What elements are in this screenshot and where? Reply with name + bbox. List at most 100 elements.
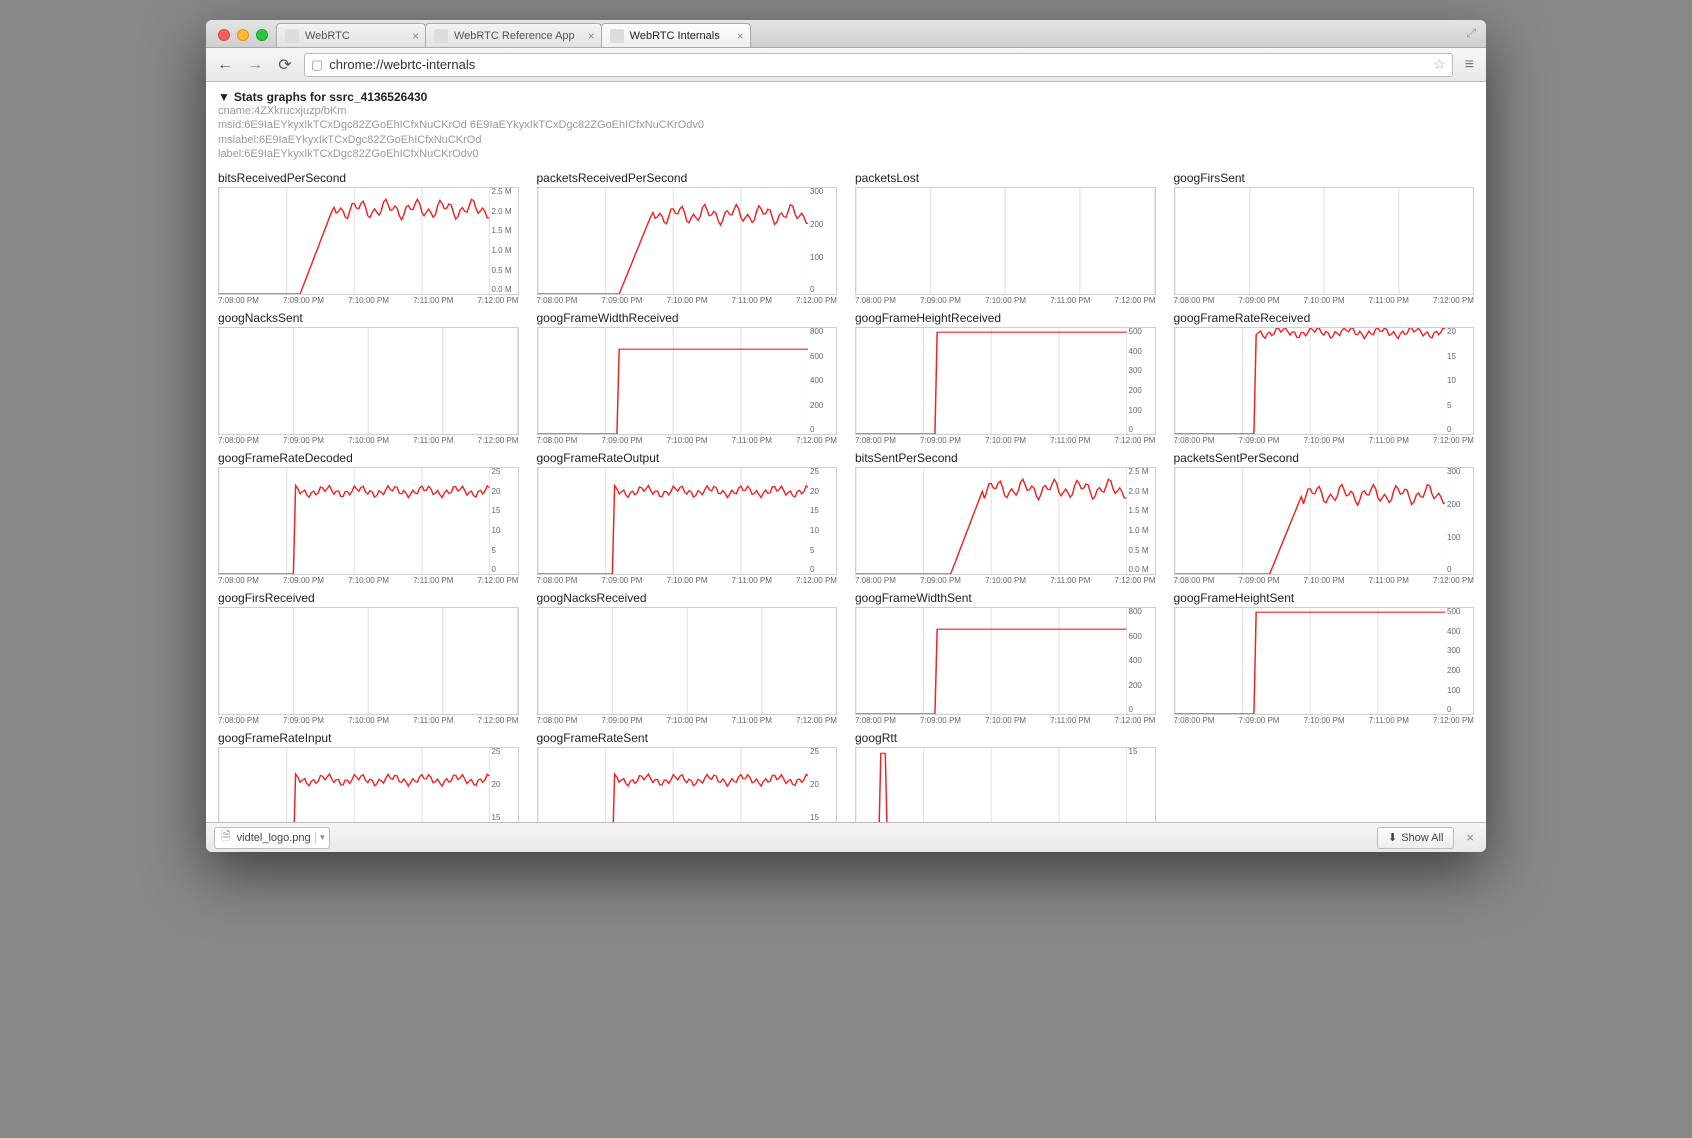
x-tick-label: 7:10:00 PM	[667, 576, 708, 585]
x-tick-label: 7:12:00 PM	[478, 296, 519, 305]
chart-frame: 2520151050	[537, 467, 838, 575]
chart-title: googFrameRateOutput	[537, 449, 838, 465]
chart-title: googFirsSent	[1174, 169, 1475, 185]
chart-plot-area	[538, 608, 837, 714]
y-tick-label: 2.0 M	[492, 208, 516, 216]
y-tick-label: 300	[1129, 367, 1153, 375]
y-tick-label: 300	[1447, 647, 1471, 655]
bookmark-star-icon[interactable]: ☆	[1433, 56, 1446, 73]
chrome-menu-icon[interactable]: ≡	[1461, 56, 1478, 74]
stats-meta-line: msid:6E9IaEYkyxIkTCxDgc82ZGoEhICfxNuCKrO…	[218, 118, 1478, 132]
chart-y-ticks: 3002001000	[808, 188, 836, 294]
x-tick-label: 7:12:00 PM	[1115, 716, 1156, 725]
y-tick-label: 0.5 M	[492, 267, 516, 275]
x-tick-label: 7:09:00 PM	[920, 576, 961, 585]
chart-cell: googRtt15107:08:00 PM7:09:00 PM7:10:00 P…	[855, 729, 1156, 822]
x-tick-label: 7:09:00 PM	[602, 296, 643, 305]
chart-cell: bitsSentPerSecond2.5 M2.0 M1.5 M1.0 M0.5…	[855, 449, 1156, 585]
chart-plot-area	[538, 468, 809, 574]
y-tick-label: 800	[1129, 608, 1153, 616]
chart-frame: 3002001000	[537, 187, 838, 295]
y-tick-label: 400	[1447, 628, 1471, 636]
chart-frame: 3002001000	[1174, 467, 1475, 575]
close-tab-icon[interactable]: ×	[412, 30, 419, 42]
browser-tab[interactable]: WebRTC×	[276, 23, 426, 47]
chart-cell: googFrameHeightSent50040030020010007:08:…	[1174, 589, 1475, 725]
tab-favicon	[285, 29, 299, 43]
y-tick-label: 0	[810, 426, 834, 434]
chart-y-ticks: 2.5 M2.0 M1.5 M1.0 M0.5 M0.0 M	[490, 188, 518, 294]
x-tick-label: 7:11:00 PM	[732, 716, 772, 725]
fullscreen-icon[interactable]: ⤢	[1466, 26, 1476, 41]
tab-label: WebRTC Internals	[630, 30, 720, 42]
chart-cell: packetsLost7:08:00 PM7:09:00 PM7:10:00 P…	[855, 169, 1156, 305]
chart-frame: 5004003002001000	[855, 327, 1156, 435]
x-tick-label: 7:09:00 PM	[283, 716, 324, 725]
close-tab-icon[interactable]: ×	[737, 30, 744, 42]
chart-plot-area	[1175, 188, 1474, 294]
y-tick-label: 20	[810, 781, 834, 789]
x-tick-label: 7:12:00 PM	[478, 576, 519, 585]
chart-x-ticks: 7:08:00 PM7:09:00 PM7:10:00 PM7:11:00 PM…	[218, 435, 519, 445]
y-tick-label: 5	[810, 547, 834, 555]
address-bar[interactable]: ▢ chrome://webrtc-internals ☆	[304, 53, 1453, 77]
close-shelf-button[interactable]: ×	[1462, 830, 1478, 845]
x-tick-label: 7:08:00 PM	[1174, 296, 1215, 305]
chart-cell: packetsReceivedPerSecond30020010007:08:0…	[537, 169, 838, 305]
y-tick-label: 200	[1447, 667, 1471, 675]
browser-tab[interactable]: WebRTC Reference App×	[425, 23, 602, 47]
y-tick-label: 500	[1129, 328, 1153, 336]
y-tick-label: 200	[1129, 682, 1153, 690]
stats-meta-line: label:6E9IaEYkyxIkTCxDgc82ZGoEhICfxNuCKr…	[218, 147, 1478, 161]
stats-title-row[interactable]: ▼ Stats graphs for ssrc_4136526430	[218, 90, 1478, 104]
x-tick-label: 7:11:00 PM	[1050, 576, 1090, 585]
chart-cell: googNacksSent7:08:00 PM7:09:00 PM7:10:00…	[218, 309, 519, 445]
disclosure-triangle-icon[interactable]: ▼	[218, 90, 230, 104]
y-tick-label: 200	[1129, 387, 1153, 395]
x-tick-label: 7:08:00 PM	[218, 296, 259, 305]
charts-grid: bitsReceivedPerSecond2.5 M2.0 M1.5 M1.0 …	[214, 165, 1478, 822]
chart-x-ticks: 7:08:00 PM7:09:00 PM7:10:00 PM7:11:00 PM…	[218, 295, 519, 305]
x-tick-label: 7:11:00 PM	[413, 716, 453, 725]
reload-button[interactable]: ⟳	[274, 54, 296, 76]
show-all-downloads-button[interactable]: ⬇ Show All	[1377, 827, 1454, 849]
chart-x-ticks: 7:08:00 PM7:09:00 PM7:10:00 PM7:11:00 PM…	[537, 435, 838, 445]
back-button[interactable]: ←	[214, 54, 236, 76]
chart-y-ticks: 25201510	[490, 748, 518, 822]
x-tick-label: 7:10:00 PM	[985, 436, 1026, 445]
chart-y-ticks: 3002001000	[1445, 468, 1473, 574]
close-tab-icon[interactable]: ×	[588, 30, 595, 42]
download-item[interactable]: 🗎 vidtel_logo.png ▾	[214, 827, 330, 849]
y-tick-label: 10	[1447, 377, 1471, 385]
x-tick-label: 7:09:00 PM	[920, 436, 961, 445]
url-text: chrome://webrtc-internals	[329, 57, 475, 72]
chart-cell: googFrameHeightReceived50040030020010007…	[855, 309, 1156, 445]
stats-title-text: Stats graphs for ssrc_4136526430	[234, 90, 427, 104]
x-tick-label: 7:08:00 PM	[537, 436, 578, 445]
minimize-window-button[interactable]	[237, 29, 249, 41]
download-menu-caret-icon[interactable]: ▾	[315, 832, 325, 843]
x-tick-label: 7:08:00 PM	[855, 576, 896, 585]
x-tick-label: 7:11:00 PM	[1369, 436, 1409, 445]
y-tick-label: 0.5 M	[1129, 547, 1153, 555]
x-tick-label: 7:11:00 PM	[1369, 576, 1409, 585]
y-tick-label: 10	[810, 527, 834, 535]
y-tick-label: 15	[492, 507, 516, 515]
chart-title: googFrameRateInput	[218, 729, 519, 745]
chart-cell: googFirsReceived7:08:00 PM7:09:00 PM7:10…	[218, 589, 519, 725]
chart-frame	[855, 187, 1156, 295]
y-tick-label: 20	[810, 488, 834, 496]
y-tick-label: 400	[810, 377, 834, 385]
browser-tab[interactable]: WebRTC Internals ×	[601, 23, 751, 47]
chart-y-ticks: 5004003002001000	[1445, 608, 1473, 714]
x-tick-label: 7:10:00 PM	[1304, 436, 1345, 445]
y-tick-label: 300	[1447, 468, 1471, 476]
close-window-button[interactable]	[218, 29, 230, 41]
chart-frame: 5004003002001000	[1174, 607, 1475, 715]
x-tick-label: 7:09:00 PM	[602, 716, 643, 725]
chart-x-ticks: 7:08:00 PM7:09:00 PM7:10:00 PM7:11:00 PM…	[218, 715, 519, 725]
zoom-window-button[interactable]	[256, 29, 268, 41]
y-tick-label: 300	[810, 188, 834, 196]
forward-button[interactable]: →	[244, 54, 266, 76]
x-tick-label: 7:10:00 PM	[1304, 716, 1345, 725]
